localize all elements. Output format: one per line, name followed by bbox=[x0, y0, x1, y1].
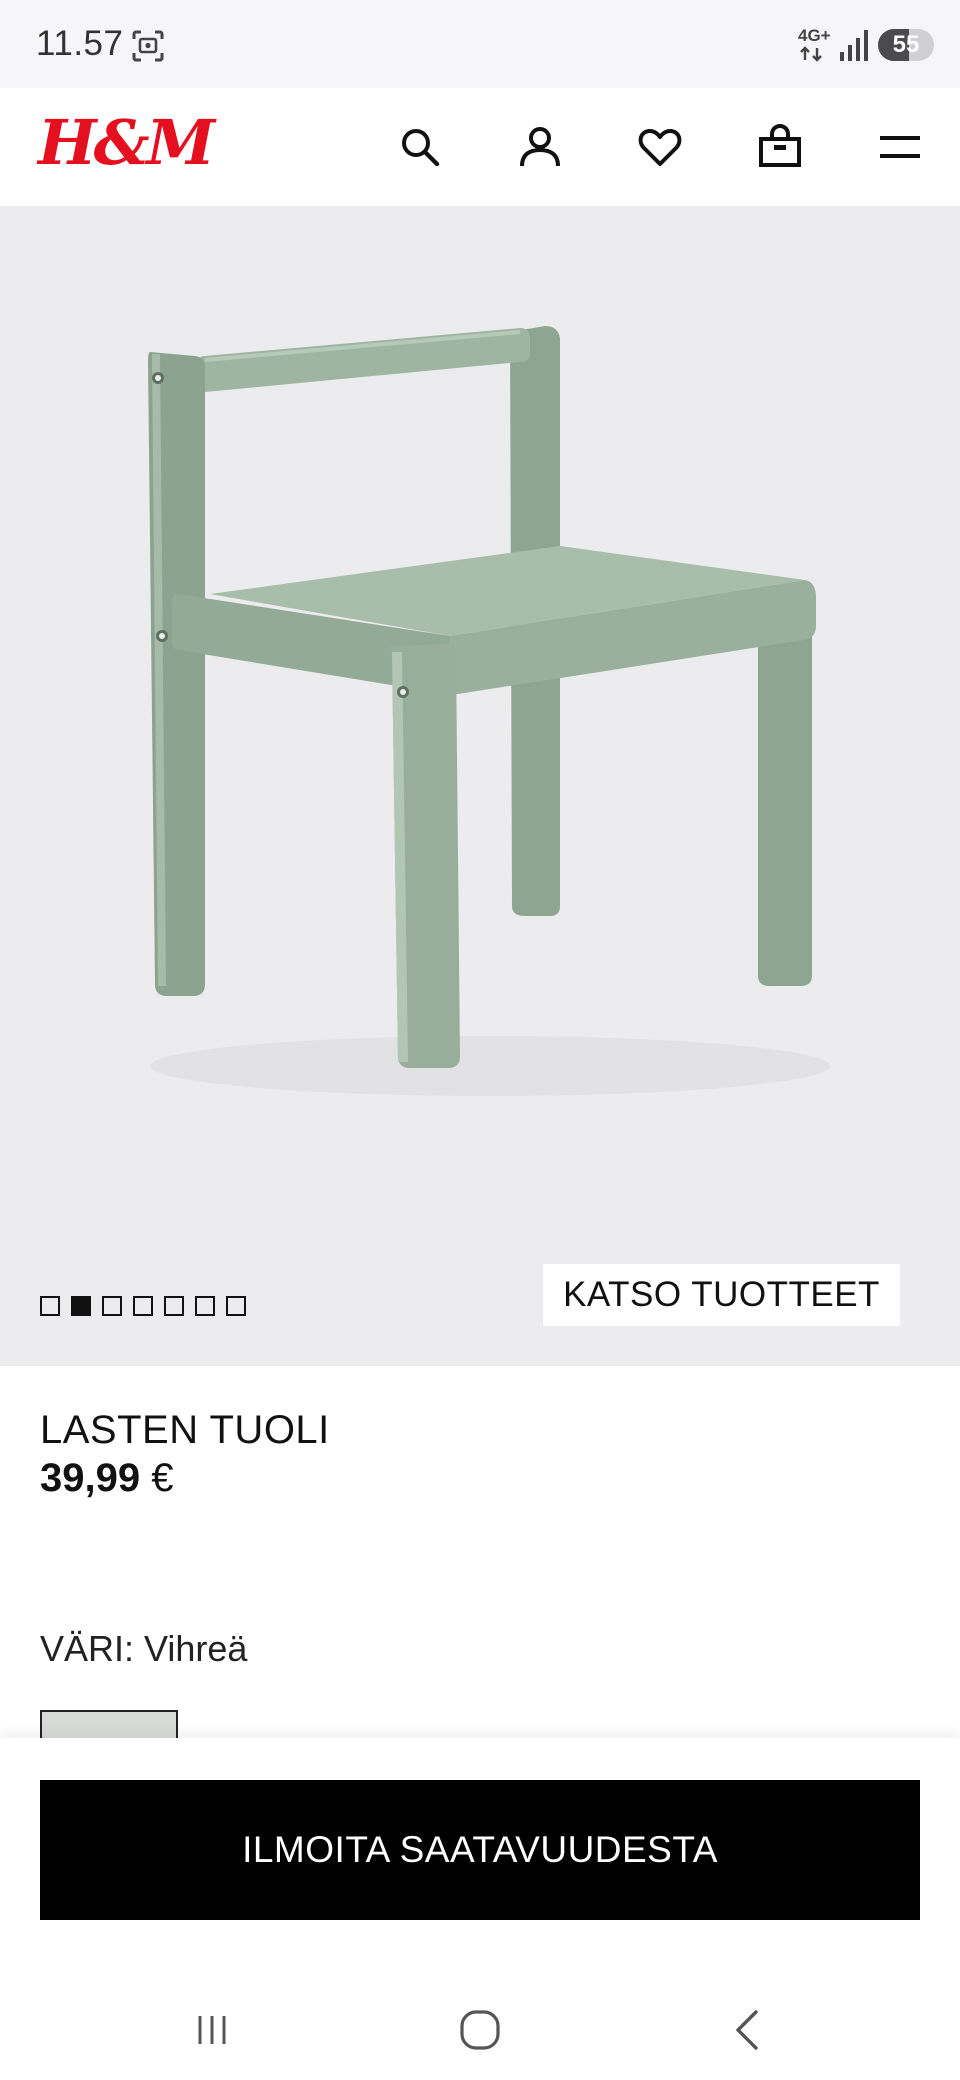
menu-icon[interactable] bbox=[872, 119, 928, 175]
color-swatch[interactable] bbox=[40, 1710, 178, 1740]
account-icon[interactable] bbox=[512, 119, 568, 175]
chair-image bbox=[148, 326, 830, 1096]
color-label: VÄRI: Vihreä bbox=[40, 1628, 248, 1669]
signal-icon bbox=[840, 30, 868, 61]
status-time: 11.57 bbox=[36, 24, 124, 63]
back-icon[interactable] bbox=[718, 2000, 778, 2060]
product-image-gallery[interactable]: KATSO TUOTTEET bbox=[0, 206, 960, 1366]
system-nav-bar bbox=[0, 1978, 960, 2080]
notify-availability-button[interactable]: ILMOITA SAATAVUUDESTA bbox=[40, 1780, 920, 1920]
gallery-pagination bbox=[40, 1296, 246, 1316]
network-indicator: 4G+ bbox=[796, 24, 836, 64]
price-currency: € bbox=[151, 1456, 174, 1500]
shopping-bag-icon[interactable] bbox=[752, 119, 808, 175]
gallery-dot[interactable] bbox=[195, 1296, 215, 1316]
battery-indicator: 55 bbox=[878, 29, 934, 61]
bottom-action-bar: ILMOITA SAATAVUUDESTA bbox=[0, 1738, 960, 1978]
gallery-dot[interactable] bbox=[164, 1296, 184, 1316]
status-bar: 11.57 4G+ 55 bbox=[0, 0, 960, 88]
recent-apps-icon[interactable] bbox=[182, 2000, 242, 2060]
home-icon[interactable] bbox=[450, 2000, 510, 2060]
gallery-dot[interactable] bbox=[226, 1296, 246, 1316]
screenshot-icon bbox=[132, 30, 164, 62]
product-title: LASTEN TUOLI bbox=[40, 1408, 330, 1452]
price-value: 39,99 bbox=[40, 1456, 141, 1500]
gallery-dot[interactable] bbox=[40, 1296, 60, 1316]
shop-the-look-button[interactable]: KATSO TUOTTEET bbox=[543, 1264, 900, 1326]
site-header: H&M bbox=[0, 88, 960, 206]
gallery-dot[interactable] bbox=[102, 1296, 122, 1316]
search-icon[interactable] bbox=[392, 119, 448, 175]
hm-logo[interactable]: H&M bbox=[38, 108, 215, 178]
gallery-dot[interactable] bbox=[133, 1296, 153, 1316]
heart-icon[interactable] bbox=[632, 119, 688, 175]
gallery-dot[interactable] bbox=[71, 1296, 91, 1316]
product-price: 39,99 € bbox=[40, 1456, 173, 1501]
battery-level: 55 bbox=[892, 31, 920, 58]
network-type: 4G+ bbox=[798, 26, 831, 45]
